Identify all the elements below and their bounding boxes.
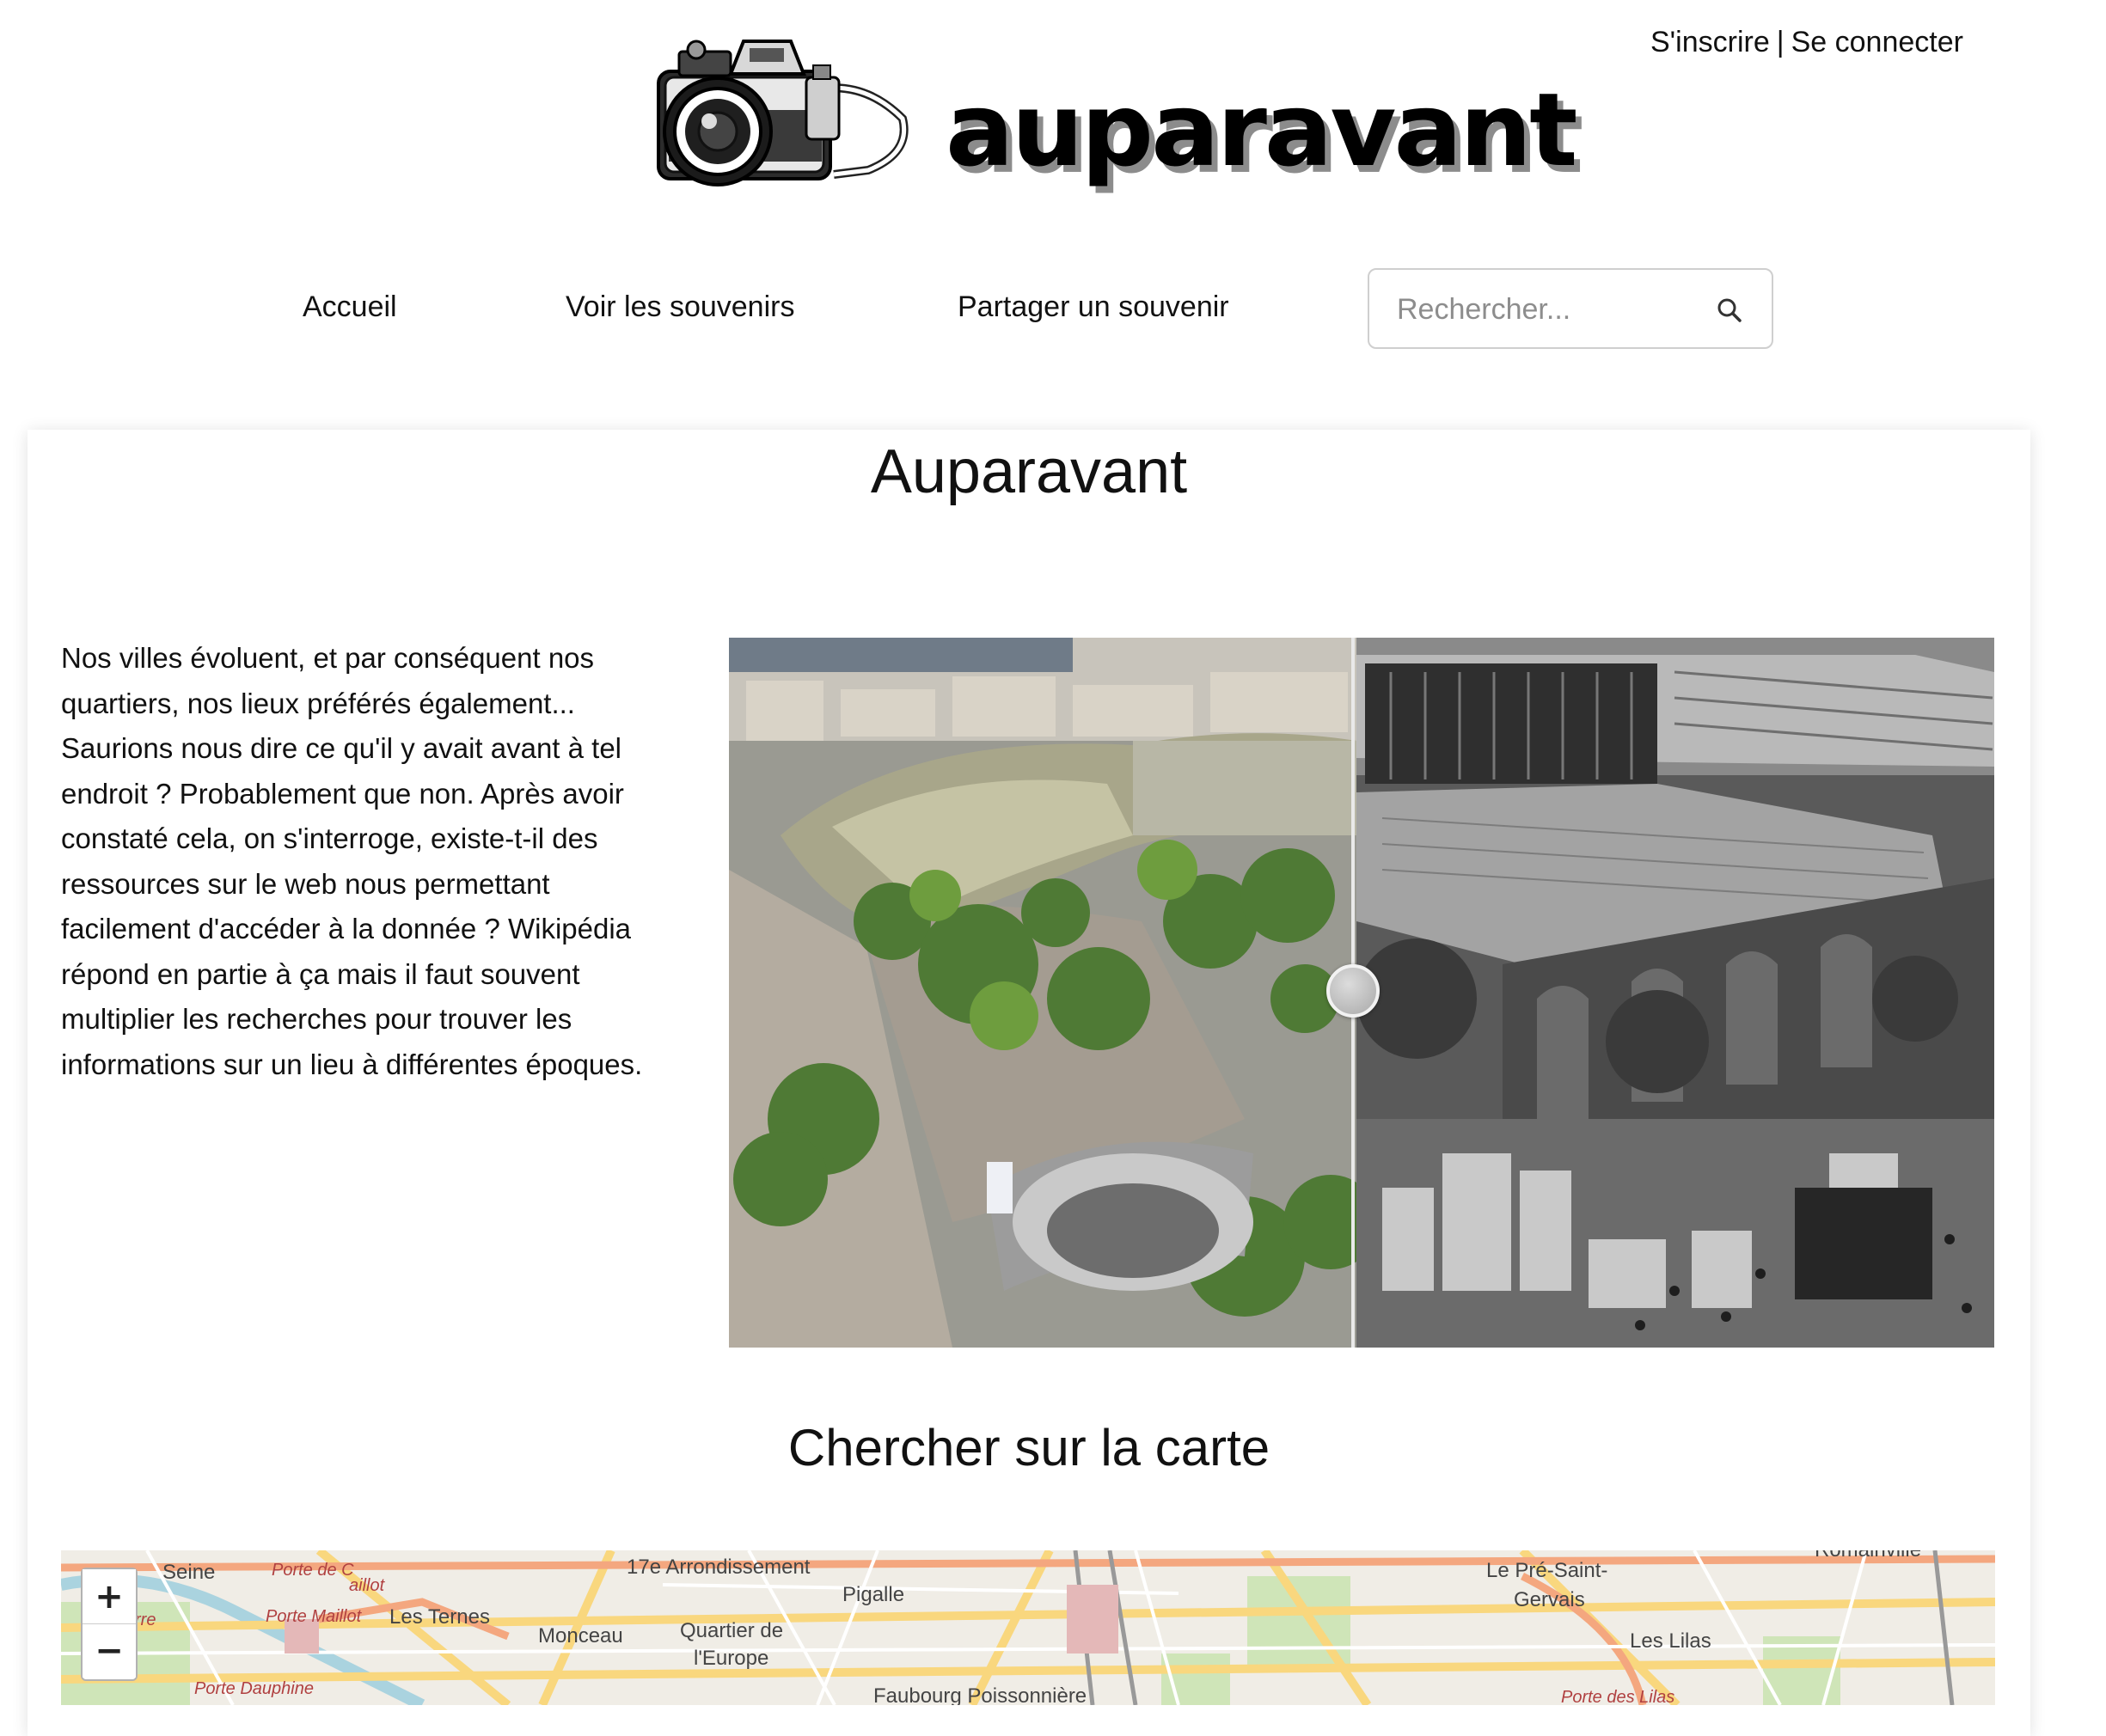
search-box (1368, 268, 1773, 349)
modern-photo (729, 638, 1378, 1348)
map-label: Porte Maillot (266, 1607, 362, 1626)
map-label: l'Europe (694, 1647, 769, 1670)
search-input[interactable] (1395, 289, 1691, 330)
zoom-out-button[interactable]: − (83, 1623, 136, 1678)
map-label: Les Lilas (1630, 1629, 1711, 1653)
search-icon[interactable] (1715, 296, 1744, 325)
intro-text: Nos villes évoluent, et par conséquent n… (61, 642, 643, 1080)
map-label: Romainville (1815, 1550, 1921, 1562)
nav-home[interactable]: Accueil (303, 290, 397, 324)
map-label: Porte Dauphine (194, 1679, 314, 1698)
map-label: rre (135, 1611, 156, 1629)
map-label: Le Pré-Saint- (1486, 1559, 1608, 1582)
map-label: Gervais (1514, 1588, 1585, 1611)
nav-view-memories[interactable]: Voir les souvenirs (566, 290, 794, 324)
map-zoom-control: + − (81, 1568, 138, 1681)
map-label: Les Ternes (389, 1605, 490, 1629)
camera-logo-icon[interactable] (653, 24, 920, 205)
map-label: Faubourg Poissonnière (873, 1684, 1087, 1705)
map-label: Quartier de (680, 1619, 784, 1642)
brand-wordmark[interactable]: auparavant (946, 70, 1578, 189)
compare-slider-handle[interactable] (1326, 964, 1380, 1018)
zoom-in-button[interactable]: + (83, 1569, 136, 1623)
map-section-title: Chercher sur la carte (787, 1419, 1270, 1476)
page-title: Auparavant (870, 437, 1188, 506)
map-view[interactable]: Seine Porte de C aillot Porte Maillot rr… (61, 1550, 1995, 1705)
map-label: Monceau (538, 1624, 623, 1647)
map-label: 17e Arrondissement (627, 1556, 811, 1579)
nav-share-memory[interactable]: Partager un souvenir (958, 290, 1229, 324)
auth-separator: | (1776, 26, 1785, 58)
register-link[interactable]: S'inscrire (1650, 26, 1770, 58)
map-label: aillot (349, 1576, 385, 1595)
auth-links: S'inscrire | Se connecter (1650, 26, 1963, 59)
login-link[interactable]: Se connecter (1791, 26, 1963, 58)
map-label: Seine (162, 1561, 216, 1584)
map-label: Porte des Lilas (1561, 1688, 1675, 1705)
map-label: Porte de C (272, 1561, 354, 1580)
map-label: Pigalle (842, 1583, 905, 1606)
historic-photo (1356, 638, 1994, 1348)
